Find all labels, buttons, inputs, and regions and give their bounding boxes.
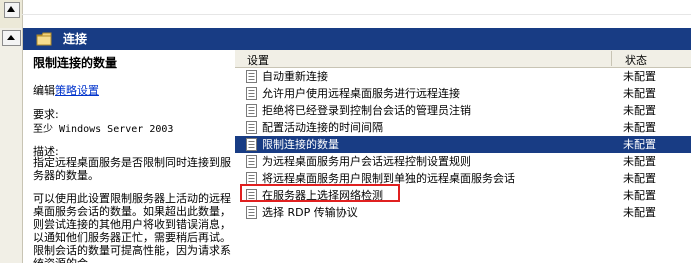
edit-policy-link[interactable]: 策略设置 xyxy=(55,84,99,97)
policy-setting-icon xyxy=(246,104,257,117)
policy-setting-icon xyxy=(246,121,257,134)
description-pane: 限制连接的数量 编辑策略设置 要求: 至少 Windows Server 200… xyxy=(23,50,233,263)
expand-toggle[interactable] xyxy=(4,2,20,18)
setting-row[interactable]: 自动重新连接 未配置 xyxy=(235,68,691,85)
setting-state: 未配置 xyxy=(623,104,656,117)
setting-name: 配置活动连接的时间间隔 xyxy=(262,121,383,134)
scroll-up-arrow-icon xyxy=(7,35,15,40)
setting-name: 允许用户使用远程桌面服务进行远程连接 xyxy=(262,87,460,100)
tree-scrollbar[interactable] xyxy=(0,28,23,263)
top-rule xyxy=(22,14,691,15)
setting-state: 未配置 xyxy=(623,70,656,83)
requirements-value: 至少 Windows Server 2003 xyxy=(33,124,174,135)
policy-title: 限制连接的数量 xyxy=(33,56,118,70)
top-toolbar xyxy=(0,0,691,28)
setting-state: 未配置 xyxy=(623,189,656,202)
section-header: 连接 xyxy=(23,28,691,50)
policy-setting-icon xyxy=(246,206,257,219)
setting-row[interactable]: 允许用户使用远程桌面服务进行远程连接 未配置 xyxy=(235,85,691,102)
setting-state: 未配置 xyxy=(623,138,656,151)
setting-name: 选择 RDP 传输协议 xyxy=(262,206,358,219)
setting-row[interactable]: 选择 RDP 传输协议 未配置 xyxy=(235,204,691,221)
policy-setting-icon xyxy=(246,87,257,100)
selection-highlight-box xyxy=(240,184,400,202)
setting-name: 限制连接的数量 xyxy=(262,138,339,151)
setting-row[interactable]: 限制连接的数量 未配置 xyxy=(235,136,691,153)
policy-setting-icon xyxy=(246,70,257,83)
column-header: 设置 状态 xyxy=(235,50,691,68)
setting-state: 未配置 xyxy=(623,172,656,185)
setting-state: 未配置 xyxy=(623,155,656,168)
setting-state: 未配置 xyxy=(623,121,656,134)
column-header-state[interactable]: 状态 xyxy=(625,52,647,68)
column-header-setting[interactable]: 设置 xyxy=(247,52,269,68)
caret-up-icon xyxy=(7,6,15,12)
policy-setting-icon xyxy=(246,138,257,151)
setting-name: 拒绝将已经登录到控制台会话的管理员注销 xyxy=(262,104,471,117)
setting-row[interactable]: 配置活动连接的时间间隔 未配置 xyxy=(235,119,691,136)
section-title: 连接 xyxy=(63,32,88,46)
policy-setting-icon xyxy=(246,155,257,168)
setting-state: 未配置 xyxy=(623,206,656,219)
setting-state: 未配置 xyxy=(623,87,656,100)
edit-prefix: 编辑 xyxy=(33,84,55,97)
column-divider[interactable] xyxy=(611,51,612,66)
edit-policy-line: 编辑策略设置 xyxy=(33,82,99,98)
setting-name: 自动重新连接 xyxy=(262,70,328,83)
scroll-up-button[interactable] xyxy=(2,30,21,46)
description-paragraph-1: 指定远程桌面服务是否限制同时连接到服务器的数量。 xyxy=(33,156,231,182)
settings-list: 设置 状态 自动重新连接 未配置 允许用户使用远程桌面服务进行远程连接 未配置 拒绝将已… xyxy=(235,50,691,263)
setting-row[interactable]: 为远程桌面服务用户会话远程控制设置规则 未配置 xyxy=(235,153,691,170)
setting-row[interactable]: 拒绝将已经登录到控制台会话的管理员注销 未配置 xyxy=(235,102,691,119)
folder-icon xyxy=(36,32,52,46)
setting-name: 为远程桌面服务用户会话远程控制设置规则 xyxy=(262,155,471,168)
description-paragraph-2: 可以使用此设置限制服务器上活动的远程桌面服务会话的数量。如果超出此数量，则尝试连… xyxy=(33,192,231,263)
